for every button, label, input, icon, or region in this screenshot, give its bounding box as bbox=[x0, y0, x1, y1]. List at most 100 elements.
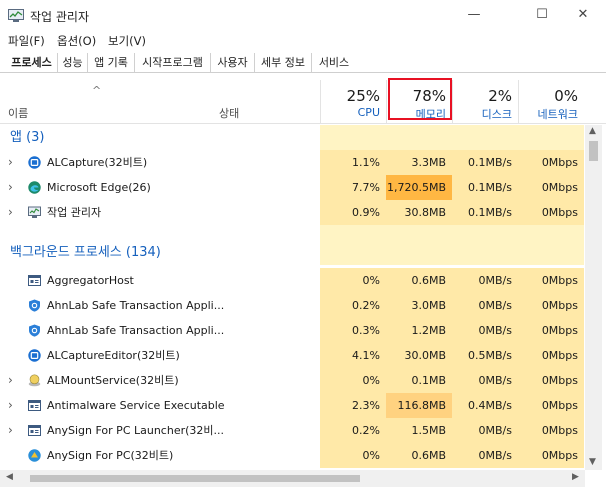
task-manager-icon bbox=[8, 9, 24, 22]
process-name: Antimalware Service Executable bbox=[47, 399, 225, 412]
cell-network: 0Mbps bbox=[518, 175, 584, 200]
tab-users[interactable]: 사용자 bbox=[211, 53, 255, 73]
process-name: ALMountService(32비트) bbox=[47, 374, 179, 387]
process-name: ALCapture(32비트) bbox=[47, 156, 148, 169]
maximize-button[interactable]: ☐ bbox=[519, 0, 565, 30]
cell-cpu: 0% bbox=[320, 368, 386, 393]
minimize-button[interactable]: — bbox=[451, 0, 497, 30]
cpu-label: CPU bbox=[357, 106, 380, 119]
column-disk[interactable]: 2% 디스크 bbox=[452, 80, 518, 124]
cell-network bbox=[518, 125, 584, 150]
expand-chevron-icon[interactable]: › bbox=[8, 368, 13, 393]
window-app-icon bbox=[28, 275, 41, 286]
cell-cpu: 0.2% bbox=[320, 418, 386, 443]
tab-services[interactable]: 서비스 bbox=[312, 53, 356, 73]
vertical-scrollbar[interactable]: ▲ ▼ bbox=[585, 125, 602, 470]
alcapture-icon bbox=[28, 156, 41, 169]
table-row[interactable]: › AnySign For PC Launcher(32비... 0.2% 1.… bbox=[0, 418, 584, 443]
table-row[interactable]: ALCaptureEditor(32비트) 4.1% 30.0MB 0.5MB/… bbox=[0, 343, 584, 368]
window-app-icon bbox=[28, 400, 41, 411]
cell-cpu: 2.3% bbox=[320, 393, 386, 418]
cell-disk: 0.4MB/s bbox=[452, 393, 518, 418]
column-cpu[interactable]: 25% CPU bbox=[320, 80, 386, 124]
cell-memory bbox=[386, 240, 452, 265]
cell-disk: 0MB/s bbox=[452, 318, 518, 343]
process-name: AhnLab Safe Transaction Appli... bbox=[47, 299, 225, 312]
cell-network: 0Mbps bbox=[518, 318, 584, 343]
cell-disk: 0.1MB/s bbox=[452, 175, 518, 200]
process-name: ALCaptureEditor(32비트) bbox=[47, 349, 180, 362]
cell-disk: 0.5MB/s bbox=[452, 343, 518, 368]
horizontal-scrollbar[interactable]: ◀ ▶ bbox=[0, 470, 585, 487]
table-row[interactable]: › ALCapture(32비트) 1.1% 3.3MB 0.1MB/s 0Mb… bbox=[0, 150, 584, 175]
cpu-total: 25% bbox=[346, 87, 380, 105]
cell-network: 0Mbps bbox=[518, 393, 584, 418]
table-row[interactable]: › Antimalware Service Executable 2.3% 11… bbox=[0, 393, 584, 418]
scroll-left-icon[interactable]: ◀ bbox=[6, 472, 13, 482]
column-status[interactable]: 상태 bbox=[219, 105, 239, 121]
cell-memory: 0.6MB bbox=[386, 443, 452, 468]
edge-icon bbox=[28, 181, 41, 194]
expand-chevron-icon[interactable]: › bbox=[8, 393, 13, 418]
tab-processes[interactable]: 프로세스 bbox=[6, 53, 58, 73]
column-name[interactable]: 이름 bbox=[8, 105, 28, 121]
cell-memory: 30.0MB bbox=[386, 343, 452, 368]
cell-memory bbox=[386, 125, 452, 150]
menu-file[interactable]: 파일(F) bbox=[8, 33, 45, 49]
scroll-up-icon[interactable]: ▲ bbox=[589, 126, 596, 136]
cell-cpu: 0.9% bbox=[320, 200, 386, 225]
cell-memory: 30.8MB bbox=[386, 200, 452, 225]
expand-chevron-icon[interactable]: › bbox=[8, 200, 13, 225]
alcapture-icon bbox=[28, 349, 41, 362]
cell-memory: 0.6MB bbox=[386, 268, 452, 293]
close-button[interactable]: ✕ bbox=[560, 0, 606, 30]
expand-chevron-icon[interactable]: › bbox=[8, 418, 13, 443]
group-header-background[interactable]: 백그라운드 프로세스 (134) bbox=[0, 240, 584, 265]
cell-cpu: 0.2% bbox=[320, 293, 386, 318]
table-row[interactable]: › Microsoft Edge(26) 7.7% 1,720.5MB 0.1M… bbox=[0, 175, 584, 200]
table-row[interactable]: AnySign For PC(32비트) 0% 0.6MB 0MB/s 0Mbp… bbox=[0, 443, 584, 468]
cell-disk: 0MB/s bbox=[452, 368, 518, 393]
cell-disk bbox=[452, 125, 518, 150]
table-row[interactable]: AhnLab Safe Transaction Appli... 0.2% 3.… bbox=[0, 293, 584, 318]
cell-disk: 0.1MB/s bbox=[452, 200, 518, 225]
cell-memory: 116.8MB bbox=[386, 393, 452, 418]
cell-disk: 0MB/s bbox=[452, 418, 518, 443]
cell-disk: 0MB/s bbox=[452, 293, 518, 318]
menu-options[interactable]: 옵션(O) bbox=[57, 33, 96, 49]
process-name: AnySign For PC Launcher(32비... bbox=[47, 424, 225, 437]
vertical-scroll-thumb[interactable] bbox=[589, 141, 598, 161]
table-row[interactable]: › 작업 관리자 0.9% 30.8MB 0.1MB/s 0Mbps bbox=[0, 200, 584, 225]
tab-performance[interactable]: 성능 bbox=[58, 53, 88, 73]
cell-network: 0Mbps bbox=[518, 343, 584, 368]
mount-icon bbox=[28, 374, 41, 387]
cell-network: 0Mbps bbox=[518, 268, 584, 293]
menu-view[interactable]: 보기(V) bbox=[108, 33, 146, 49]
table-row[interactable]: AggregatorHost 0% 0.6MB 0MB/s 0Mbps bbox=[0, 268, 584, 293]
cell-disk bbox=[452, 240, 518, 265]
window-app-icon bbox=[28, 425, 41, 436]
expand-chevron-icon[interactable]: › bbox=[8, 150, 13, 175]
process-name: 작업 관리자 bbox=[47, 206, 102, 219]
group-header-apps[interactable]: 앱 (3) bbox=[0, 125, 584, 150]
scroll-down-icon[interactable]: ▼ bbox=[589, 457, 596, 467]
group-title: 앱 (3) bbox=[10, 130, 45, 145]
cell-memory: 1.2MB bbox=[386, 318, 452, 343]
sort-indicator-icon: ^ bbox=[92, 84, 102, 97]
scroll-right-icon[interactable]: ▶ bbox=[572, 472, 579, 482]
table-row[interactable]: › ALMountService(32비트) 0% 0.1MB 0MB/s 0M… bbox=[0, 368, 584, 393]
cell-memory: 0.1MB bbox=[386, 368, 452, 393]
menu-bar: 파일(F) 옵션(O) 보기(V) bbox=[0, 30, 606, 50]
tab-details[interactable]: 세부 정보 bbox=[255, 53, 312, 73]
table-row[interactable]: AhnLab Safe Transaction Appli... 0.3% 1.… bbox=[0, 318, 584, 343]
expand-chevron-icon[interactable]: › bbox=[8, 175, 13, 200]
horizontal-scroll-thumb[interactable] bbox=[30, 475, 360, 482]
column-network[interactable]: 0% 네트워크 bbox=[518, 80, 584, 124]
tab-startup[interactable]: 시작프로그램 bbox=[135, 53, 211, 73]
tab-app-history[interactable]: 앱 기록 bbox=[88, 53, 135, 73]
process-name: Microsoft Edge(26) bbox=[47, 181, 151, 194]
process-name: AggregatorHost bbox=[47, 274, 134, 287]
cell-disk: 0MB/s bbox=[452, 268, 518, 293]
cell-cpu bbox=[320, 125, 386, 150]
tab-bar: 프로세스 성능 앱 기록 시작프로그램 사용자 세부 정보 서비스 bbox=[0, 52, 606, 73]
